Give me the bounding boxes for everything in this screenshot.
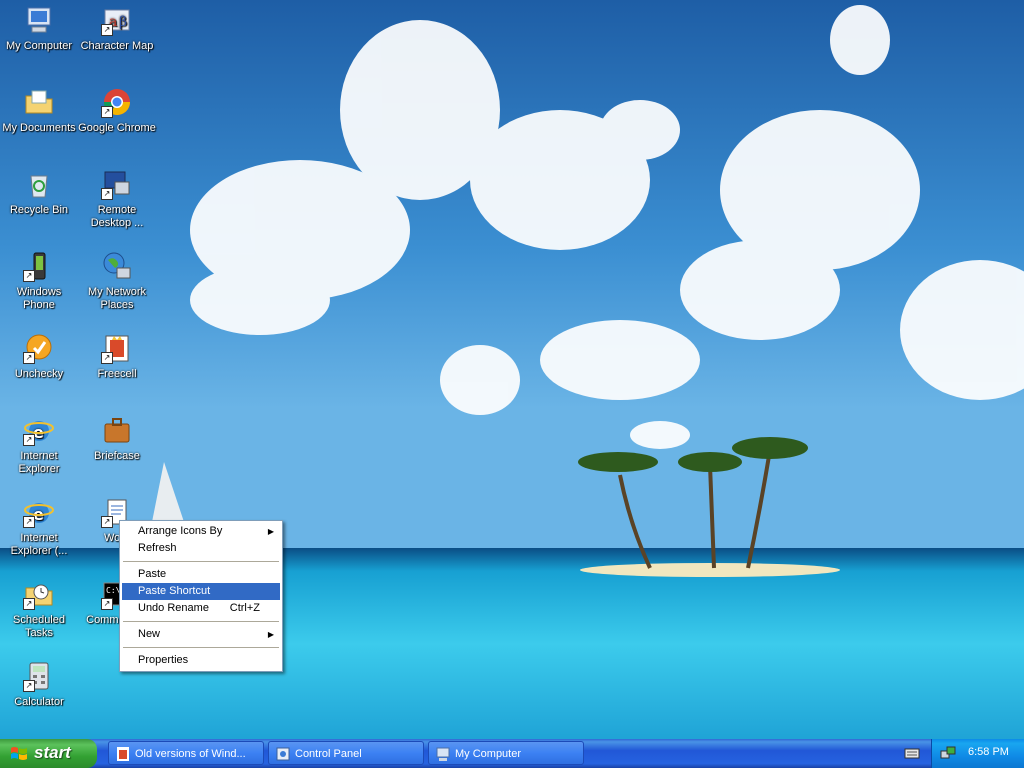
- menu-separator: [123, 621, 279, 622]
- menu-separator: [123, 561, 279, 562]
- menu-item-arrange-icons-by[interactable]: Arrange Icons By ▶: [122, 523, 280, 540]
- briefcase-label: Briefcase: [94, 450, 140, 462]
- keyboard-language-icon[interactable]: [904, 746, 920, 760]
- my-network-places-label: My Network Places: [87, 286, 147, 311]
- calculator-label: Calculator: [14, 696, 64, 708]
- character-map-label: Character Map: [80, 40, 154, 52]
- my-computer-label: My Computer: [5, 40, 73, 52]
- freecell-king-icon: ↗: [101, 332, 133, 364]
- shortcut-arrow-icon: ↗: [23, 598, 35, 610]
- calculator-icon: ↗: [23, 660, 55, 692]
- recycle-bin-icon: [23, 168, 55, 200]
- internet-explorer-desktop-icon[interactable]: e ↗ Internet Explorer: [0, 414, 78, 476]
- menu-item-label: New: [138, 628, 161, 640]
- my-computer-icon: [23, 4, 55, 36]
- shortcut-arrow-icon: ↗: [101, 24, 113, 36]
- start-label: start: [34, 743, 71, 762]
- shortcut-arrow-icon: ↗: [101, 188, 113, 200]
- shortcut-arrow-icon: ↗: [23, 680, 35, 692]
- desktop-context-menu: Arrange Icons By ▶ Refresh Paste Paste S…: [119, 520, 283, 672]
- system-tray: 6:58 PM: [931, 739, 1024, 768]
- unchecky-icon: ↗: [23, 332, 55, 364]
- google-chrome-label: Google Chrome: [78, 122, 156, 134]
- my-documents-icon: [23, 86, 55, 118]
- unchecky-desktop-icon[interactable]: ↗ Unchecky: [0, 332, 78, 381]
- menu-item-label: Refresh: [138, 542, 177, 554]
- remote-desktop-label: Remote Desktop ...: [90, 204, 144, 229]
- menu-item-shortcut: Ctrl+Z: [229, 602, 260, 614]
- menu-item-label: Paste: [138, 568, 167, 580]
- menu-item-properties[interactable]: Properties: [122, 652, 280, 669]
- recycle-bin-label: Recycle Bin: [9, 204, 69, 216]
- scheduled-tasks-desktop-icon[interactable]: ↗ Scheduled Tasks: [0, 578, 78, 640]
- menu-item-label: Properties: [138, 654, 189, 666]
- internet-explorer-label: Internet Explorer: [18, 450, 60, 475]
- menu-item-label: Paste Shortcut: [138, 585, 211, 597]
- my-documents-desktop-icon[interactable]: My Documents: [0, 86, 78, 135]
- remote-desktop-desktop-icon[interactable]: ↗ Remote Desktop ...: [78, 168, 156, 230]
- shortcut-arrow-icon: ↗: [23, 352, 35, 364]
- svg-text:β: β: [119, 14, 127, 30]
- windows-flag-icon: [11, 747, 27, 760]
- briefcase-desktop-icon[interactable]: Briefcase: [78, 414, 156, 463]
- my-computer-desktop-icon[interactable]: My Computer: [0, 4, 78, 53]
- menu-item-label: Arrange Icons By: [138, 525, 223, 537]
- taskbar-button-control-panel[interactable]: Control Panel: [268, 741, 424, 765]
- shortcut-arrow-icon: ↗: [101, 516, 113, 528]
- scheduled-tasks-icon: ↗: [23, 578, 55, 610]
- network-connection-icon[interactable]: [940, 745, 956, 761]
- taskbar-button-label: Control Panel: [295, 748, 362, 760]
- recycle-bin-desktop-icon[interactable]: Recycle Bin: [0, 168, 78, 217]
- windows-phone-desktop-icon[interactable]: ↗ Windows Phone: [0, 250, 78, 312]
- shortcut-arrow-icon: ↗: [101, 598, 113, 610]
- freecell-label: Freecell: [97, 368, 137, 380]
- taskbar-clock[interactable]: 6:58 PM: [968, 746, 1009, 758]
- shortcut-arrow-icon: ↗: [101, 106, 113, 118]
- google-chrome-desktop-icon[interactable]: ↗ Google Chrome: [78, 86, 156, 135]
- scheduled-tasks-label: Scheduled Tasks: [13, 614, 65, 639]
- taskbar-button-my-computer[interactable]: My Computer: [428, 741, 584, 765]
- my-computer-icon: [436, 747, 450, 761]
- shortcut-arrow-icon: ↗: [101, 352, 113, 364]
- internet-explorer-icon: e ↗: [23, 496, 55, 528]
- my-documents-label: My Documents: [2, 122, 76, 134]
- briefcase-icon: [101, 414, 133, 446]
- menu-item-undo-rename[interactable]: Undo Rename Ctrl+Z: [122, 600, 280, 617]
- taskbar: start Old versions of Wind... Control Pa…: [0, 739, 1024, 768]
- menu-item-paste[interactable]: Paste: [122, 566, 280, 583]
- shortcut-arrow-icon: ↗: [23, 270, 35, 282]
- unchecky-label: Unchecky: [14, 368, 64, 380]
- submenu-arrow-icon: ▶: [267, 527, 274, 536]
- internet-explorer-2-desktop-icon[interactable]: e ↗ Internet Explorer (...: [0, 496, 78, 558]
- menu-separator: [123, 647, 279, 648]
- freecell-king-icon: [117, 747, 129, 761]
- taskbar-button-label: My Computer: [455, 748, 522, 760]
- freecell-desktop-icon[interactable]: ↗ Freecell: [78, 332, 156, 381]
- internet-explorer-icon: e ↗: [23, 414, 55, 446]
- shortcut-arrow-icon: ↗: [23, 434, 35, 446]
- control-panel-icon: [276, 747, 290, 761]
- network-globe-icon: [101, 250, 133, 282]
- character-map-icon: aβ ↗: [101, 4, 133, 36]
- calculator-desktop-icon[interactable]: ↗ Calculator: [0, 660, 78, 709]
- menu-item-paste-shortcut[interactable]: Paste Shortcut: [122, 583, 280, 600]
- submenu-arrow-icon: ▶: [267, 630, 274, 639]
- menu-item-refresh[interactable]: Refresh: [122, 540, 280, 557]
- start-button[interactable]: start: [0, 739, 97, 768]
- taskbar-button-browser[interactable]: Old versions of Wind...: [108, 741, 264, 765]
- shortcut-arrow-icon: ↗: [23, 516, 35, 528]
- menu-item-new[interactable]: New ▶: [122, 626, 280, 643]
- my-network-places-desktop-icon[interactable]: My Network Places: [78, 250, 156, 312]
- windows-phone-label: Windows Phone: [16, 286, 62, 311]
- taskbar-button-label: Old versions of Wind...: [135, 748, 246, 760]
- chrome-icon: ↗: [101, 86, 133, 118]
- menu-item-label: Undo Rename: [138, 602, 209, 614]
- remote-desktop-icon: ↗: [101, 168, 133, 200]
- phone-icon: ↗: [23, 250, 55, 282]
- character-map-desktop-icon[interactable]: aβ ↗ Character Map: [78, 4, 156, 53]
- internet-explorer-2-label: Internet Explorer (...: [10, 532, 68, 557]
